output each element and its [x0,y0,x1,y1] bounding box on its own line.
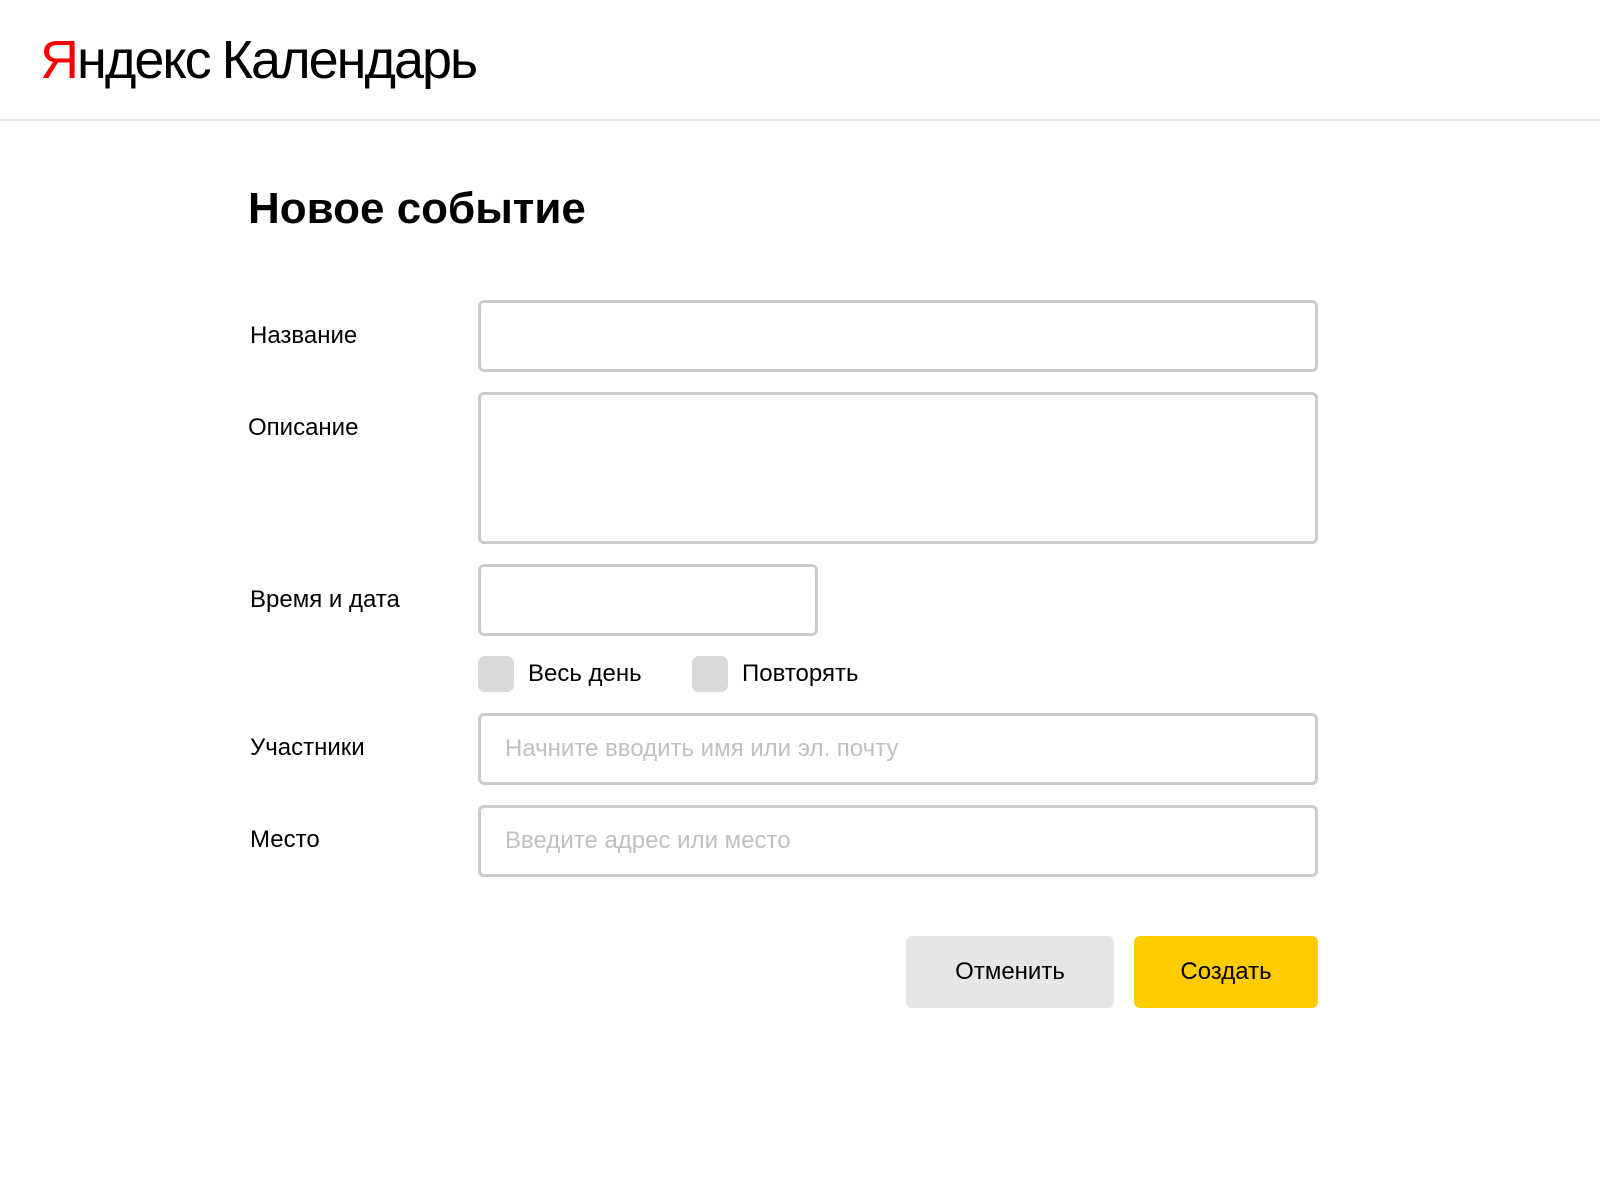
description-label: Описание [248,414,359,441]
datetime-input[interactable] [478,564,818,636]
place-label: Место [250,826,320,853]
description-textarea[interactable] [478,392,1318,544]
repeat-checkbox[interactable]: Повторять [692,656,858,692]
logo-letter-ya: Я [40,30,79,90]
all-day-checkbox-box[interactable] [478,656,514,692]
logo-brand-rest: ндекс [77,30,212,90]
place-input[interactable] [478,805,1318,877]
create-button[interactable]: Создать [1134,936,1318,1008]
page-title: Новое событие [248,184,586,233]
yandex-calendar-logo[interactable]: Яндекс Календарь [40,28,479,92]
logo-product-name: Календарь [221,30,479,90]
datetime-label: Время и дата [250,586,400,613]
repeat-checkbox-box[interactable] [692,656,728,692]
title-label: Название [250,322,358,349]
all-day-checkbox[interactable]: Весь день [478,656,642,692]
participants-label: Участники [250,734,365,761]
app-header: Яндекс Календарь [0,0,1600,121]
cancel-button[interactable]: Отменить [906,936,1114,1008]
repeat-label[interactable]: Повторять [742,656,858,692]
all-day-label[interactable]: Весь день [528,656,642,692]
title-input[interactable] [478,300,1318,372]
participants-input[interactable] [478,713,1318,785]
